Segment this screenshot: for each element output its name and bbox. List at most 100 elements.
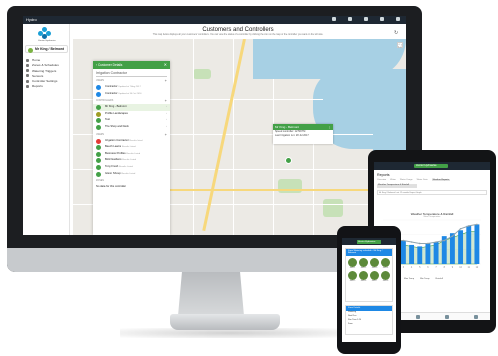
customer-row[interactable]: Tony Fresh Results Listed	[93, 164, 170, 171]
map-fullscreen-button[interactable]: ⛶	[397, 42, 403, 48]
sidebar-item-reports[interactable]: Reports	[26, 84, 59, 89]
customer-meta: Results listed	[129, 139, 143, 142]
customer-row[interactable]: Bold Gardens Results Listed	[93, 157, 170, 164]
zone-tile[interactable]: Zone 3	[370, 258, 379, 269]
settings-icon[interactable]	[364, 17, 368, 21]
customer-row[interactable]: Business Profiles Results Listed	[93, 151, 170, 158]
refresh-icon[interactable]: ↻	[394, 30, 398, 36]
customer-row[interactable]: Irrigation Contractor Results listed	[93, 138, 170, 145]
sidebar-nav: Home Zones & Schedules Watering Triggers…	[26, 58, 59, 90]
zone-photo	[381, 271, 390, 280]
tab-water[interactable]: Water	[390, 179, 396, 181]
controller-row[interactable]: Test ›	[93, 117, 170, 124]
user-icon[interactable]	[396, 17, 400, 21]
user-row[interactable]: Contractor Updated at 7 Aug 2017	[93, 84, 170, 91]
chat-icon[interactable]	[348, 17, 352, 21]
map-road	[233, 39, 234, 235]
customer-meta: Results Listed	[119, 165, 133, 168]
report-chip[interactable]: Weather Temperature & Rainfall	[377, 184, 417, 188]
map-highway	[168, 189, 388, 191]
legend-rainfall: Rainfall	[435, 278, 443, 280]
zone-tile[interactable]: Zone 1	[348, 258, 357, 269]
zone-label: Zone 2	[360, 267, 367, 269]
controller-icon	[96, 118, 101, 124]
controller-popup[interactable]: Mr King - Belmont ⋮ Speed controller: 12:…	[273, 124, 333, 144]
zone-tile[interactable]: Zone 6	[359, 271, 368, 282]
detail-line: Zone	[348, 323, 353, 325]
customer-row[interactable]: Beech Lawns Results Listed	[93, 144, 170, 151]
chart-icon[interactable]	[444, 314, 449, 319]
page-title: Customers and Controllers	[202, 27, 274, 33]
zone-tile[interactable]: Zone 4	[381, 258, 390, 269]
customer-name: Beech Lawns	[105, 145, 122, 149]
zone-tile[interactable]: Zone 7	[370, 271, 379, 282]
zones-icon[interactable]	[415, 314, 420, 319]
customer-meta: Results Listed	[126, 152, 141, 155]
empty-message: No data for this controller	[96, 185, 127, 189]
reports-title: Reports	[377, 173, 390, 177]
sidebar-item-label: Zones & Schedules	[32, 63, 59, 68]
map-road	[313, 139, 314, 235]
max-temp-bar	[466, 225, 472, 264]
popup-line: Last Irrigation run: 28 Jul 2017	[275, 134, 309, 137]
zone-tile[interactable]: Zone 8	[381, 271, 390, 282]
sidebar-item-label: Sensors	[32, 73, 44, 78]
min-temp-point	[451, 235, 454, 237]
close-icon[interactable]: ✕	[164, 62, 167, 67]
more-options-icon[interactable]: ⋮	[328, 125, 331, 129]
gear-icon[interactable]	[473, 314, 478, 319]
min-temp-point	[410, 241, 413, 243]
trigger-icon	[26, 69, 29, 73]
help-icon[interactable]	[380, 17, 384, 21]
add-icon[interactable]: +	[165, 98, 167, 103]
map-road	[193, 39, 194, 235]
zone-photo	[359, 271, 368, 280]
zone-label: Zone 3	[371, 267, 378, 269]
zone-label: Zone 8	[382, 280, 389, 282]
section-title: USERS	[96, 133, 104, 136]
customer-name: Bold Gardens	[105, 158, 122, 162]
add-icon[interactable]: +	[165, 78, 167, 83]
park-area	[323, 199, 343, 217]
top-bar-icons	[332, 17, 400, 21]
chevron-right-icon: ›	[166, 118, 167, 122]
user-meta: Updated at 30 Oct 2016	[118, 92, 142, 95]
zone-tile[interactable]: Zone 2	[359, 258, 368, 269]
legend-max-temp: Max Temp	[404, 278, 415, 280]
controller-row[interactable]: Mr King - Belmont ›	[93, 104, 170, 111]
x-tick-label: 4	[411, 266, 413, 269]
add-icon[interactable]: +	[165, 132, 167, 137]
chevron-right-icon: ›	[166, 105, 167, 109]
zone-card: Zone Watering schedule - Mr King / Belmo…	[345, 248, 393, 302]
tab-weather-reports[interactable]: Weather Reports	[431, 179, 451, 181]
gear-icon	[26, 79, 29, 83]
report-filter[interactable]: Mr King / Belmont Last 12 months Export …	[377, 190, 487, 195]
controller-row[interactable]: The Shop and Deck ›	[93, 124, 170, 131]
customer-row[interactable]: Glenn Shoup Results Listed	[93, 171, 170, 178]
notification-icon[interactable]	[332, 17, 336, 21]
tab-overview[interactable]: Overview	[377, 179, 386, 181]
zone-label: Zone 7	[371, 280, 378, 282]
zone-label: Zone 6	[360, 280, 367, 282]
home-link[interactable]: Hydro	[26, 17, 37, 22]
popup-header: Mr King - Belmont ⋮	[273, 124, 333, 130]
x-tick-label: 8	[444, 266, 446, 269]
avatar	[96, 164, 101, 170]
user-row[interactable]: Contractor Updated at 30 Oct 2016	[93, 91, 170, 98]
chart-legend: Max Temp Min Temp Rainfall	[404, 278, 443, 280]
controller-map-pin[interactable]	[285, 157, 292, 164]
zone-tile[interactable]: Zone 5	[348, 271, 357, 282]
zone-label: Zone 1	[349, 267, 356, 269]
x-tick-label: 10	[459, 266, 462, 269]
max-temp-bar	[409, 244, 415, 264]
tab-water-usage[interactable]: Water Usage	[400, 179, 413, 181]
report-tabs: Overview Water Water Usage Water Data We…	[374, 178, 490, 182]
site-selector[interactable]: Mr King / Belmont	[25, 45, 68, 53]
zone-card-title: Zone Watering schedule - Mr King / Belmo…	[346, 249, 392, 256]
zone-photo	[348, 258, 357, 267]
tab-water-data[interactable]: Water Data	[417, 179, 428, 181]
controller-row[interactable]: Profile Landscapes ›	[93, 111, 170, 118]
min-temp-point	[418, 242, 421, 245]
controller-name: Test	[105, 118, 110, 122]
org-name: Hunter Hydrawise	[38, 40, 56, 42]
